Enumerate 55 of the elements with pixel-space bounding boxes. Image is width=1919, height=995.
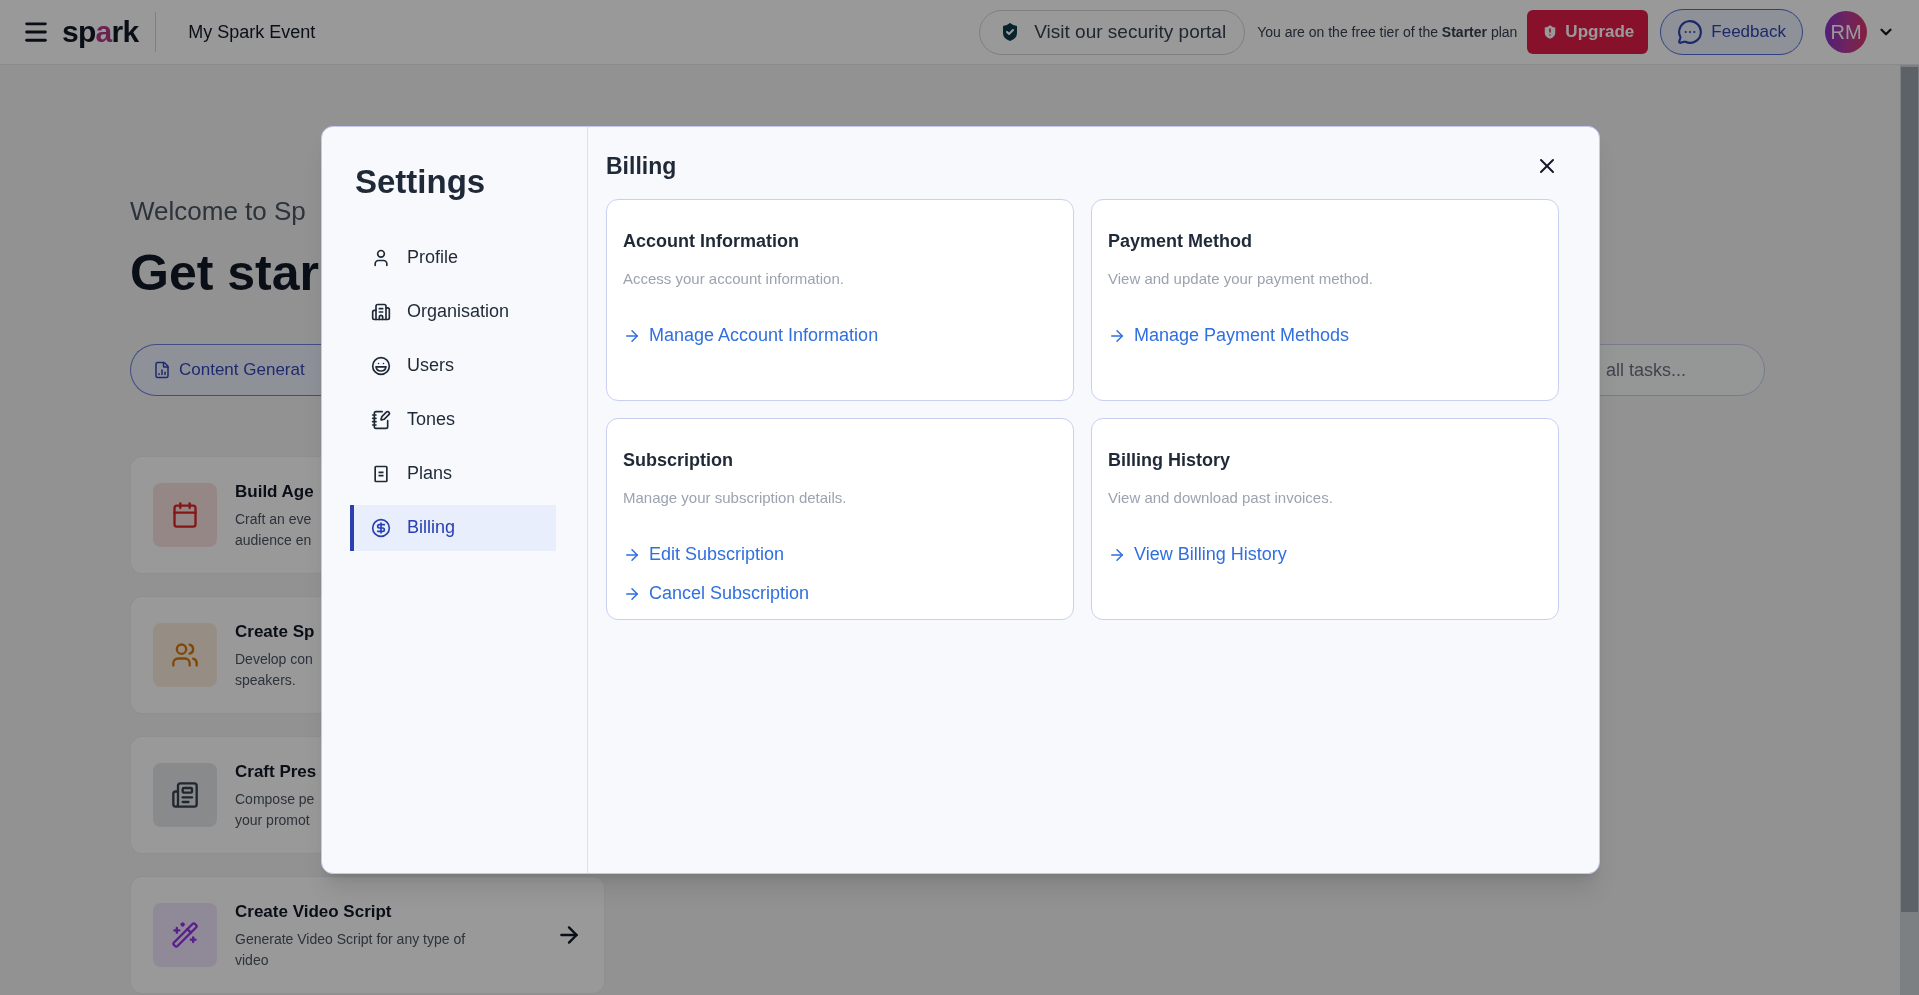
dollar-circle-icon <box>371 517 391 538</box>
person-icon <box>371 247 391 268</box>
card-title: Account Information <box>623 229 799 253</box>
card-link[interactable]: Manage Account Information <box>623 322 879 349</box>
card-description: View and download past invoices. <box>1108 487 1333 508</box>
settings-nav-item[interactable]: Billing <box>350 504 556 551</box>
task-description: Compose pe your promot <box>235 789 315 830</box>
feedback-button[interactable]: Feedback <box>1660 9 1803 55</box>
file-chart-icon <box>153 361 171 379</box>
face-icon <box>371 355 391 376</box>
chat-bubble-icon <box>1677 19 1704 45</box>
card-description: Access your account information. <box>623 268 844 289</box>
task-card[interactable]: Build Age Craft an eve audience en <box>130 456 321 574</box>
task-title: Create Sp <box>235 621 315 644</box>
dialog-title: Settings <box>354 162 486 202</box>
category-tab[interactable]: Content Generat <box>130 344 321 396</box>
logo[interactable]: spark <box>62 17 139 47</box>
calendar-icon <box>171 501 199 529</box>
card-link[interactable]: Manage Payment Methods <box>1108 322 1350 349</box>
task-description: Generate Video Script for any type of video <box>235 929 466 970</box>
card-title: Billing History <box>1108 448 1230 472</box>
task-card[interactable]: Create Video Script Generate Video Script for any type of video <box>130 876 605 994</box>
card-link[interactable]: View Billing History <box>1108 541 1287 568</box>
document-icon <box>371 463 391 484</box>
settings-nav-item[interactable]: Tones <box>350 396 556 443</box>
task-title: Create Video Script <box>235 901 392 924</box>
section-title: Billing <box>606 152 677 181</box>
event-name: My Spark Event <box>188 20 316 44</box>
card-link[interactable]: Cancel Subscription <box>623 580 810 607</box>
task-title: Craft Pres <box>235 761 317 784</box>
magic-wand-icon <box>171 921 199 949</box>
card-title: Subscription <box>623 448 733 472</box>
notebook-pen-icon <box>371 409 391 430</box>
scrollbar[interactable] <box>1900 65 1919 995</box>
plan-notice: You are on the free tier of the Starter plan <box>1257 22 1518 42</box>
page-heading: Get star <box>130 248 319 298</box>
settings-nav-item[interactable]: Organisation <box>350 288 556 335</box>
people-icon <box>171 641 199 669</box>
card-title: Payment Method <box>1108 229 1253 253</box>
settings-nav-item[interactable]: Plans <box>350 450 556 497</box>
upgrade-button[interactable]: Upgrade <box>1527 10 1649 54</box>
task-card[interactable]: Create Sp Develop con speakers. <box>130 596 321 714</box>
settings-nav-item[interactable]: Users <box>350 342 556 389</box>
card-description: Manage your subscription details. <box>623 487 847 508</box>
task-description: Develop con speakers. <box>235 649 313 690</box>
newspaper-icon <box>171 781 199 809</box>
task-card[interactable]: Craft Pres Compose pe your promot <box>130 736 321 854</box>
user-avatar[interactable]: RM <box>1825 11 1867 53</box>
task-description: Craft an eve audience en <box>235 509 312 550</box>
card-description: View and update your payment method. <box>1108 268 1373 289</box>
card-link[interactable]: Edit Subscription <box>623 541 785 568</box>
settings-nav-item[interactable]: Profile <box>350 234 556 281</box>
building-icon <box>371 301 391 322</box>
task-title: Build Age <box>235 481 314 504</box>
welcome-text: Welcome to Sp <box>130 198 306 224</box>
